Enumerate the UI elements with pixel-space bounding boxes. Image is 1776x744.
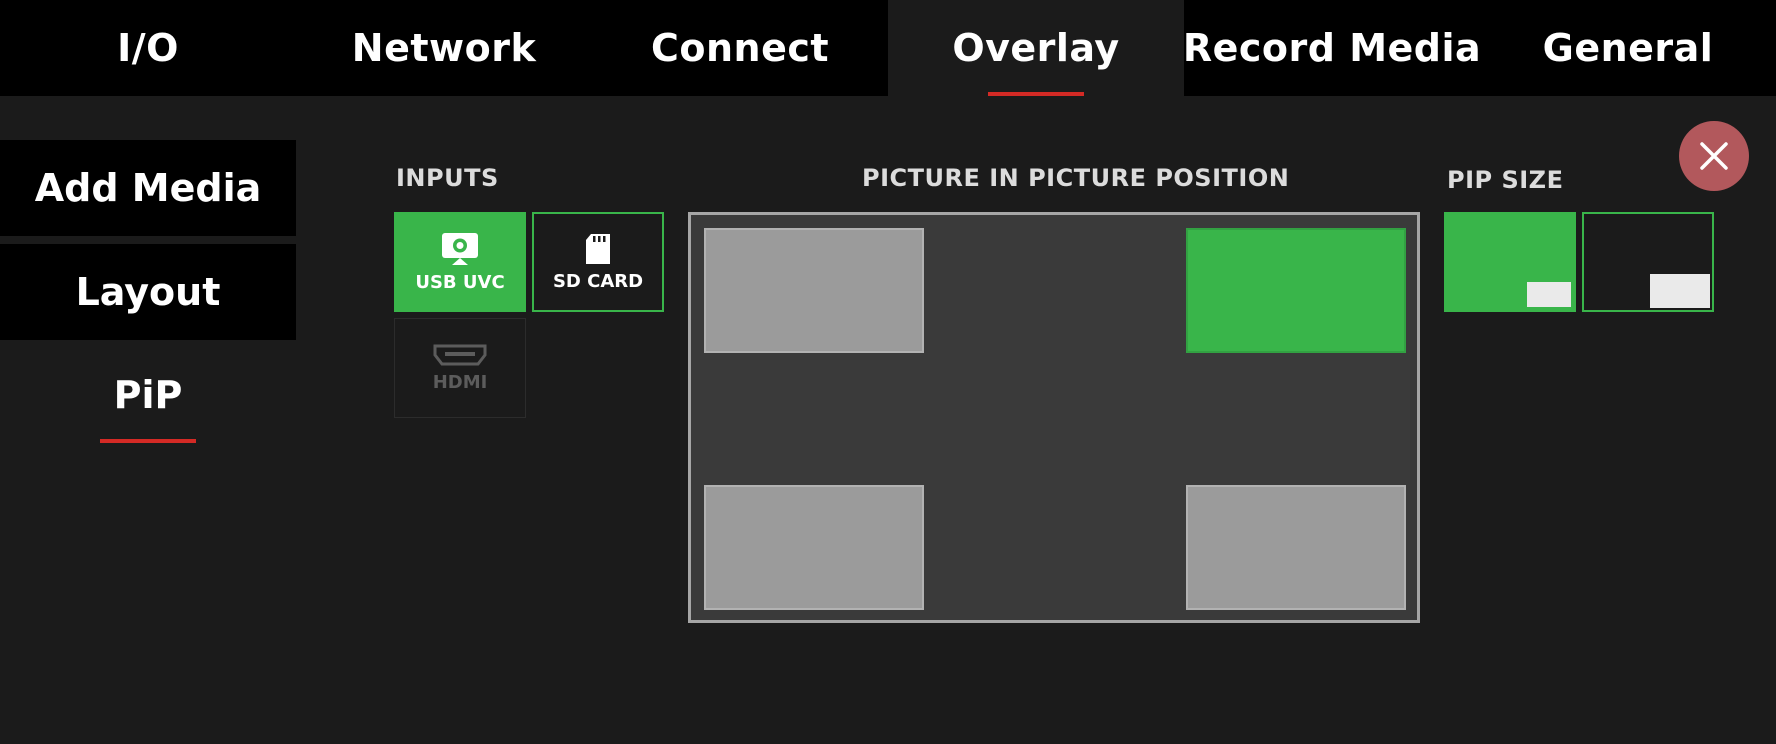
pip-slot-top-left[interactable]	[704, 228, 924, 353]
pip-slot-bottom-left[interactable]	[704, 485, 924, 610]
pip-size-small-button[interactable]	[1444, 212, 1576, 312]
inputs-title: INPUTS	[396, 164, 499, 192]
pip-size-large-button[interactable]	[1582, 212, 1714, 312]
close-button[interactable]	[1679, 121, 1749, 191]
pip-slot-bottom-right[interactable]	[1186, 485, 1406, 610]
pip-slot-top-right[interactable]	[1186, 228, 1406, 353]
input-sd-card-button[interactable]: SD CARD	[532, 212, 664, 312]
pip-position-grid	[688, 212, 1420, 623]
input-hdmi-label: HDMI	[432, 371, 488, 393]
tab-general[interactable]: General	[1480, 0, 1776, 96]
tab-record-media[interactable]: Record Media	[1183, 0, 1481, 96]
side-item-pip[interactable]: PiP	[0, 347, 296, 443]
hdmi-icon	[433, 344, 487, 365]
input-sd-card-label: SD CARD	[552, 270, 644, 292]
input-usb-uvc-button[interactable]: USB UVC	[394, 212, 526, 312]
input-hdmi-button[interactable]: HDMI	[394, 318, 526, 418]
pip-size-title: PIP SIZE	[1447, 166, 1564, 194]
input-usb-uvc-label: USB UVC	[415, 271, 505, 293]
close-icon	[1700, 142, 1728, 170]
side-item-add-media[interactable]: Add Media	[0, 140, 296, 236]
tab-overlay[interactable]: Overlay	[888, 0, 1184, 96]
pip-size-large-preview	[1650, 274, 1710, 308]
pip-position-title: PICTURE IN PICTURE POSITION	[862, 164, 1290, 192]
tab-connect[interactable]: Connect	[592, 0, 888, 96]
webcam-icon	[442, 232, 478, 265]
sd-card-icon	[586, 233, 610, 264]
pip-size-small-preview	[1527, 282, 1571, 307]
top-tab-bar: I/O Network Connect Overlay Record Media…	[0, 0, 1776, 96]
tab-network[interactable]: Network	[296, 0, 592, 96]
side-item-layout[interactable]: Layout	[0, 244, 296, 340]
tab-io[interactable]: I/O	[0, 0, 296, 96]
